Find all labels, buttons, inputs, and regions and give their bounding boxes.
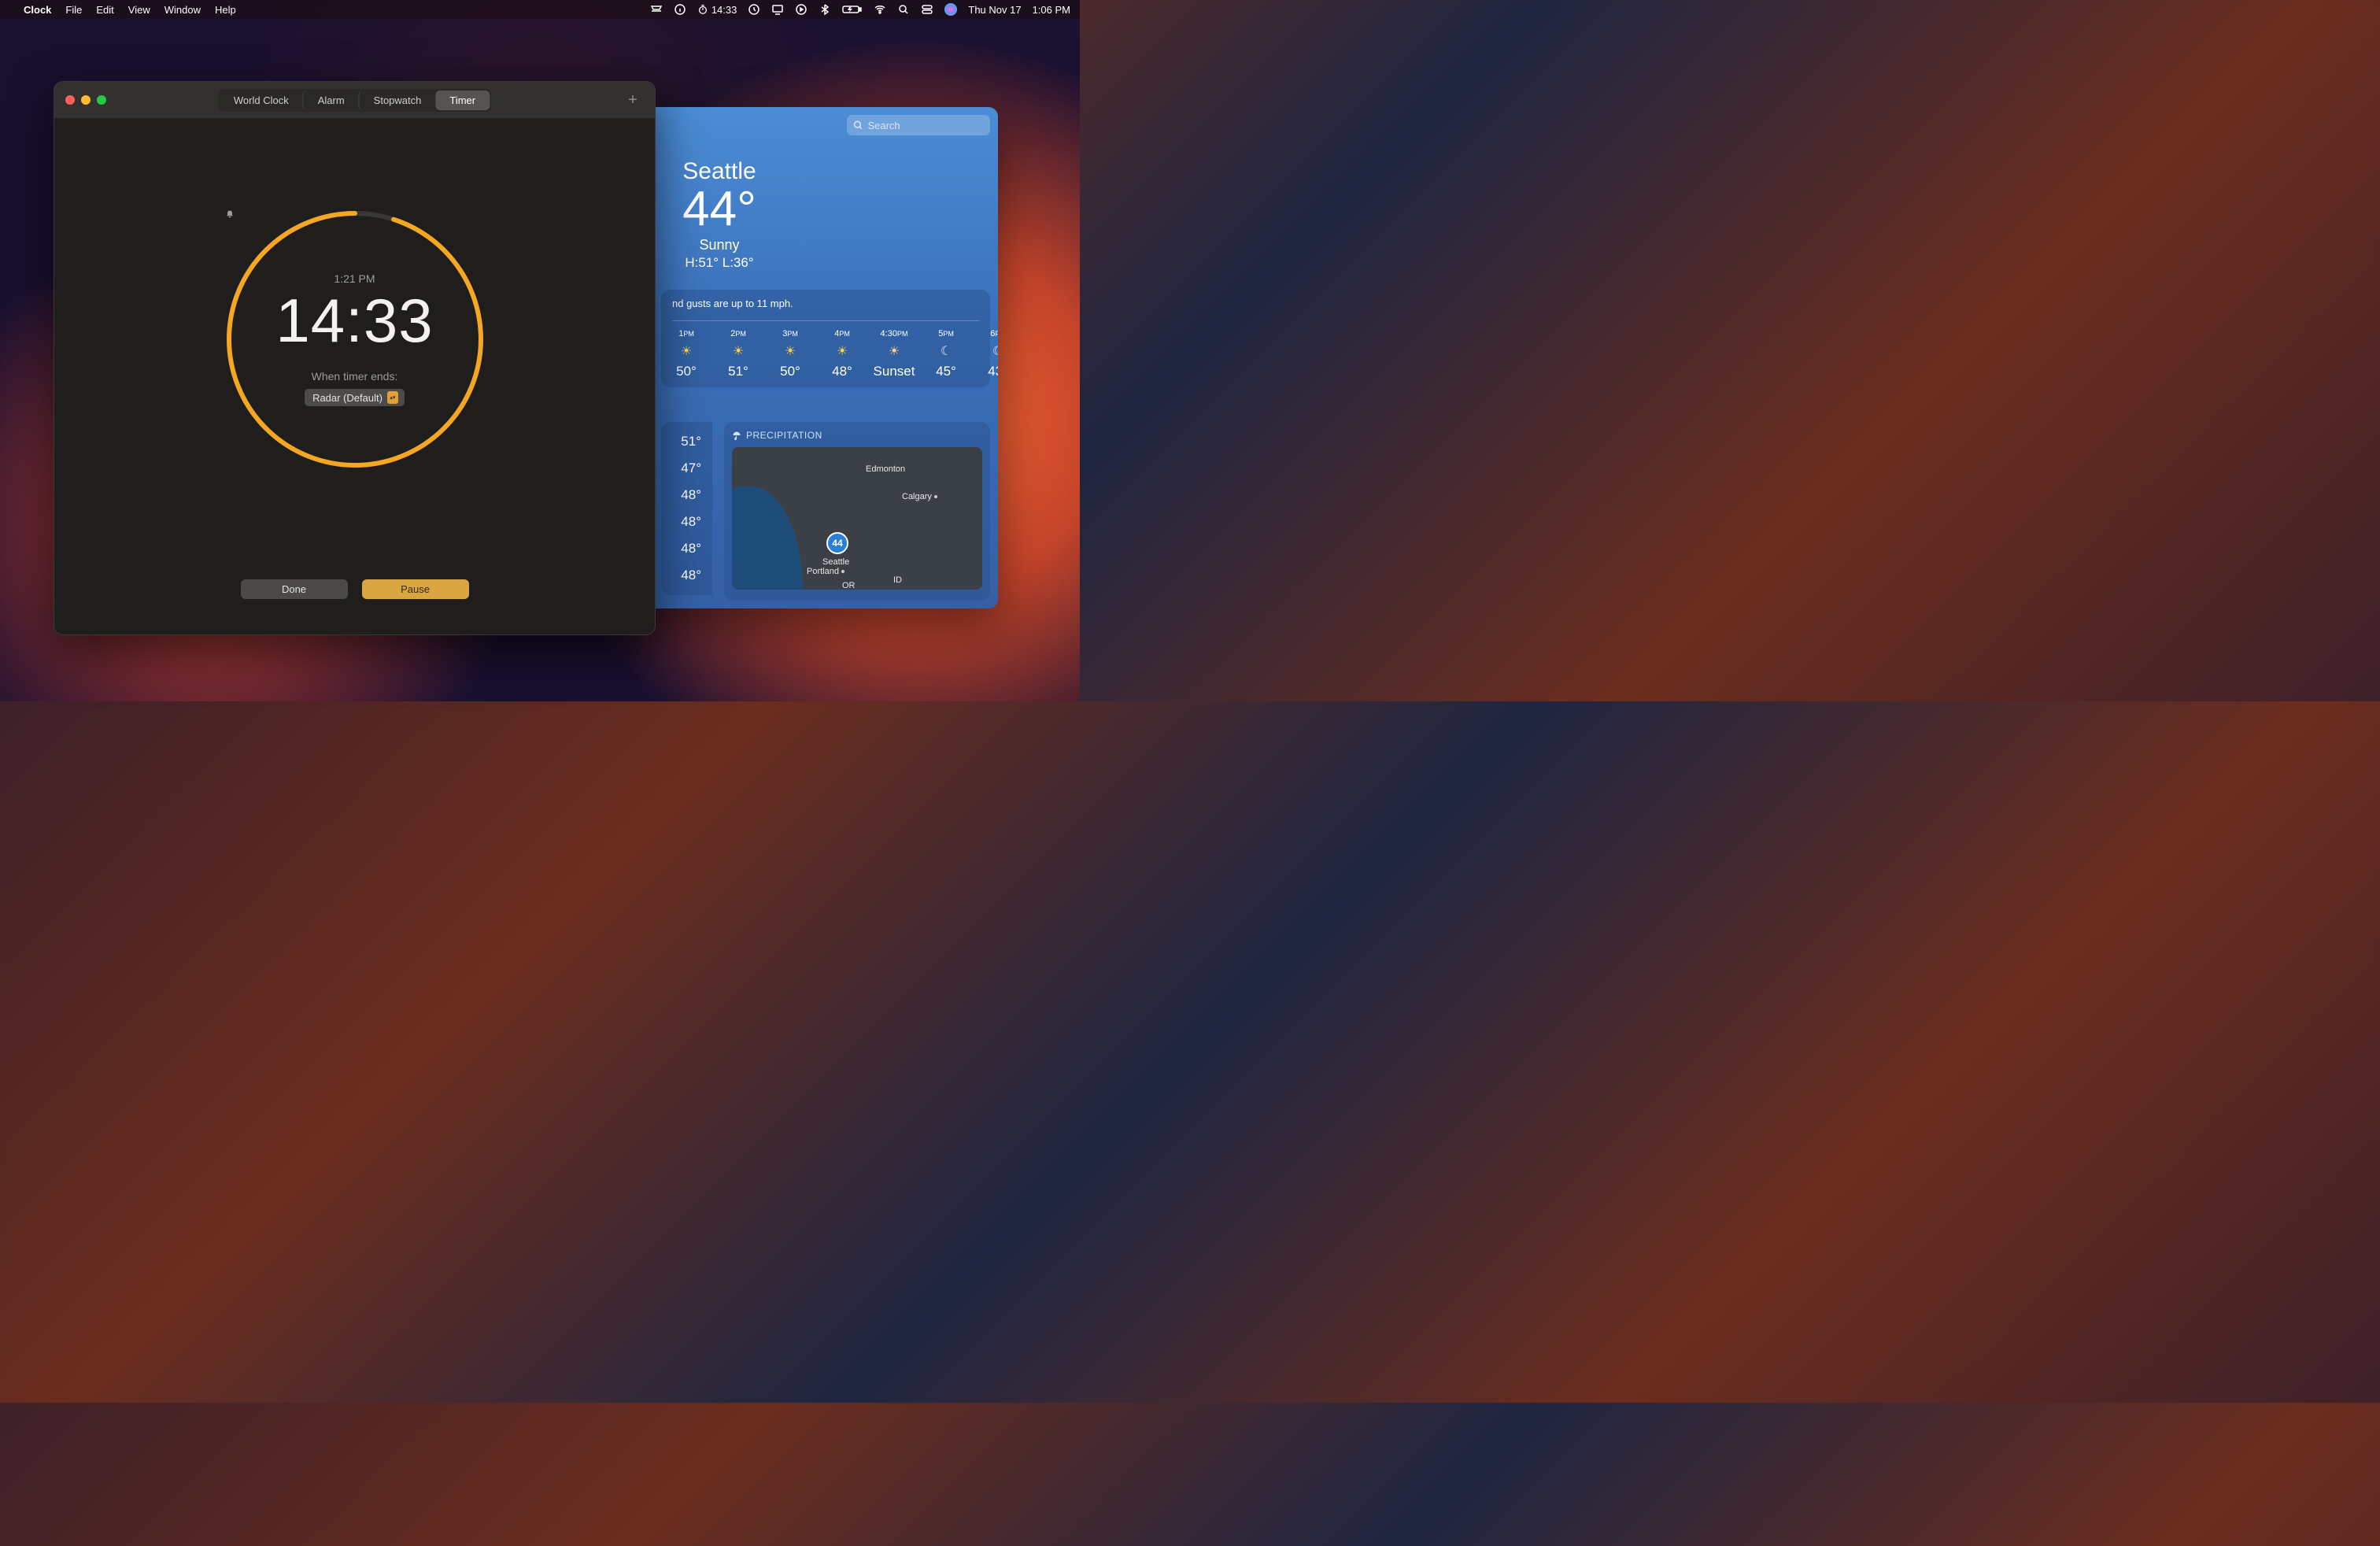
menubar-item-help[interactable]: Help xyxy=(215,4,236,16)
timer-sound-value: Radar (Default) xyxy=(312,392,382,404)
pause-button[interactable]: Pause xyxy=(362,579,469,599)
moon-icon: ☾ xyxy=(992,343,998,359)
hourly-item: 3PM ☀ 50° xyxy=(776,329,804,379)
tab-timer[interactable]: Timer xyxy=(435,91,490,110)
menubar-item-file[interactable]: File xyxy=(65,4,82,16)
hourly-item: 4PM ☀ 48° xyxy=(828,329,856,379)
add-timer-button[interactable]: + xyxy=(622,89,644,111)
clock-titlebar: World Clock Alarm Stopwatch Timer + xyxy=(54,82,655,119)
hourly-item: 4:30PM ☀ Sunset xyxy=(880,329,908,379)
wifi-icon[interactable] xyxy=(874,3,886,16)
clock-window: World Clock Alarm Stopwatch Timer + 1:21… xyxy=(54,81,656,635)
weather-precip-card: PRECIPITATION 44 Seattle Edmonton Calgary… xyxy=(724,422,990,601)
siri-icon[interactable] xyxy=(944,3,957,16)
search-icon xyxy=(853,120,863,131)
daily-temp-row: 48° xyxy=(661,482,712,509)
hourly-item: 1PM ☀ 50° xyxy=(672,329,700,379)
timer-remaining: 14:33 xyxy=(275,290,433,351)
sun-icon: ☀ xyxy=(733,343,744,359)
map-pin-label: Seattle xyxy=(822,557,849,567)
sun-icon: ☀ xyxy=(681,343,692,359)
spotlight-icon[interactable] xyxy=(897,3,910,16)
map-city-label: ID xyxy=(893,575,902,585)
daily-temp-row: 51° xyxy=(661,428,712,455)
tab-stopwatch[interactable]: Stopwatch xyxy=(359,91,436,110)
sunset-icon: ☀ xyxy=(889,343,900,359)
umbrella-icon xyxy=(732,431,741,440)
window-zoom-button[interactable] xyxy=(97,95,106,105)
done-button[interactable]: Done xyxy=(241,579,348,599)
bluetooth-icon[interactable] xyxy=(819,3,831,16)
bell-icon xyxy=(225,209,235,219)
weather-search-input[interactable] xyxy=(847,115,990,135)
window-minimize-button[interactable] xyxy=(81,95,91,105)
timer-progress-ring: 1:21 PM 14:33 When timer ends: Radar (De… xyxy=(225,209,485,469)
sun-icon: ☀ xyxy=(837,343,848,359)
timer-ends-label: When timer ends: xyxy=(312,370,398,383)
precip-title-text: PRECIPITATION xyxy=(746,430,822,441)
control-center-icon[interactable] xyxy=(921,3,933,16)
menubar-item-view[interactable]: View xyxy=(128,4,150,16)
hourly-item: 2PM ☀ 51° xyxy=(724,329,752,379)
stepper-icon: ▴▾ xyxy=(387,391,398,404)
map-city-label: Portland xyxy=(807,567,844,576)
sun-icon: ☀ xyxy=(785,343,796,359)
weather-hourly-card: nd gusts are up to 11 mph. 1PM ☀ 50° 2PM … xyxy=(661,290,990,387)
hourly-item: 6PM ☾ 43° xyxy=(984,329,998,379)
display-icon[interactable] xyxy=(771,3,784,16)
hourly-item: 5PM ☾ 45° xyxy=(932,329,960,379)
timer-end-time: 1:21 PM xyxy=(334,272,375,285)
tray-icon[interactable] xyxy=(650,3,663,16)
map-city-label: Calgary xyxy=(902,492,937,501)
menubar-app-name[interactable]: Clock xyxy=(24,4,51,16)
menubar-item-edit[interactable]: Edit xyxy=(96,4,113,16)
timer-sound-select[interactable]: Radar (Default) ▴▾ xyxy=(305,389,405,406)
daily-temp-row: 47° xyxy=(661,455,712,482)
clock-tabs: World Clock Alarm Stopwatch Timer xyxy=(218,89,491,112)
menubar-date[interactable]: Thu Nov 17 xyxy=(968,4,1021,16)
tab-alarm[interactable]: Alarm xyxy=(303,91,359,110)
weather-gust-text: nd gusts are up to 11 mph. xyxy=(672,298,979,309)
weather-map[interactable]: 44 Seattle EdmontonCalgaryPortlandORIDSa… xyxy=(732,447,982,590)
moon-icon: ☾ xyxy=(941,343,952,359)
menubar-time[interactable]: 1:06 PM xyxy=(1033,4,1070,16)
weather-daily-temps: 51°47°48°48°48°48° xyxy=(661,422,712,595)
time-machine-icon[interactable] xyxy=(748,3,760,16)
menubar-item-window[interactable]: Window xyxy=(164,4,201,16)
window-close-button[interactable] xyxy=(65,95,75,105)
menubar-timer-value: 14:33 xyxy=(711,4,737,16)
battery-icon[interactable] xyxy=(842,3,863,16)
daily-temp-row: 48° xyxy=(661,509,712,535)
map-city-label: OR xyxy=(842,581,856,590)
tab-world-clock[interactable]: World Clock xyxy=(220,91,303,110)
media-icon[interactable] xyxy=(795,3,808,16)
map-pin[interactable]: 44 xyxy=(826,532,848,554)
info-icon[interactable] xyxy=(674,3,686,16)
daily-temp-row: 48° xyxy=(661,535,712,562)
weather-search-field[interactable] xyxy=(867,120,984,131)
map-city-label: Edmonton xyxy=(866,464,905,474)
menubar-timer-status[interactable]: 14:33 xyxy=(697,4,737,16)
menubar: Clock File Edit View Window Help 14:33 T… xyxy=(0,0,1080,19)
daily-temp-row: 48° xyxy=(661,562,712,589)
